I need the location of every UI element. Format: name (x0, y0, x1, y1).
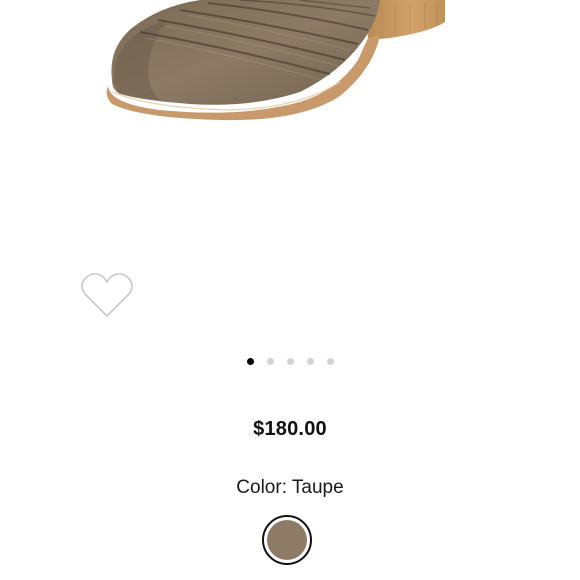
carousel-pagination (0, 358, 580, 365)
wishlist-button[interactable] (78, 270, 136, 322)
carousel-dot-1[interactable] (246, 358, 254, 365)
color-selection-label: Color: Taupe (0, 477, 580, 499)
heart-outline-icon (81, 273, 133, 317)
carousel-dot-5[interactable] (326, 358, 334, 365)
carousel-dot-4[interactable] (306, 358, 314, 365)
product-image[interactable] (0, 0, 580, 250)
carousel-dot-3[interactable] (286, 358, 294, 365)
product-price: $180.00 (253, 418, 327, 440)
color-value: Taupe (291, 477, 344, 498)
color-label: Color: (236, 477, 287, 498)
carousel-dot-2[interactable] (266, 358, 274, 365)
product-detail-page: $180.00 Color: Taupe (0, 0, 580, 580)
color-swatch-taupe[interactable] (262, 515, 312, 565)
swatch-fill (267, 520, 307, 560)
